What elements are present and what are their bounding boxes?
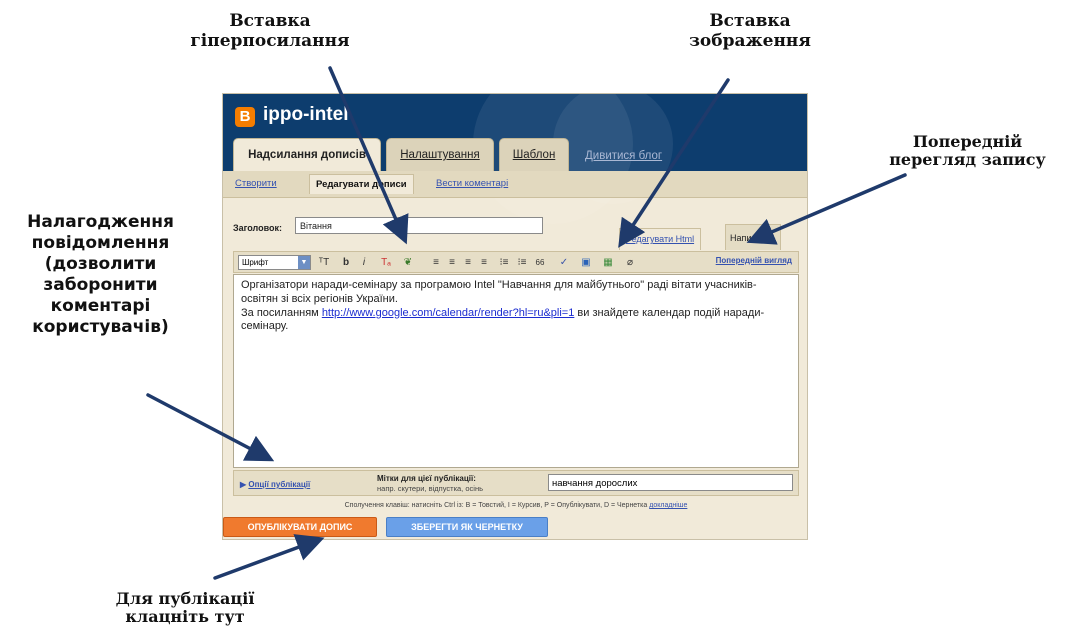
arrow-to-preview [746, 173, 907, 245]
arrow-to-post-options [146, 393, 275, 462]
arrow-to-publish [213, 534, 325, 580]
annotation-arrows [146, 66, 907, 580]
arrow-to-link-button [328, 66, 409, 245]
arrow-to-image-button [618, 78, 730, 248]
